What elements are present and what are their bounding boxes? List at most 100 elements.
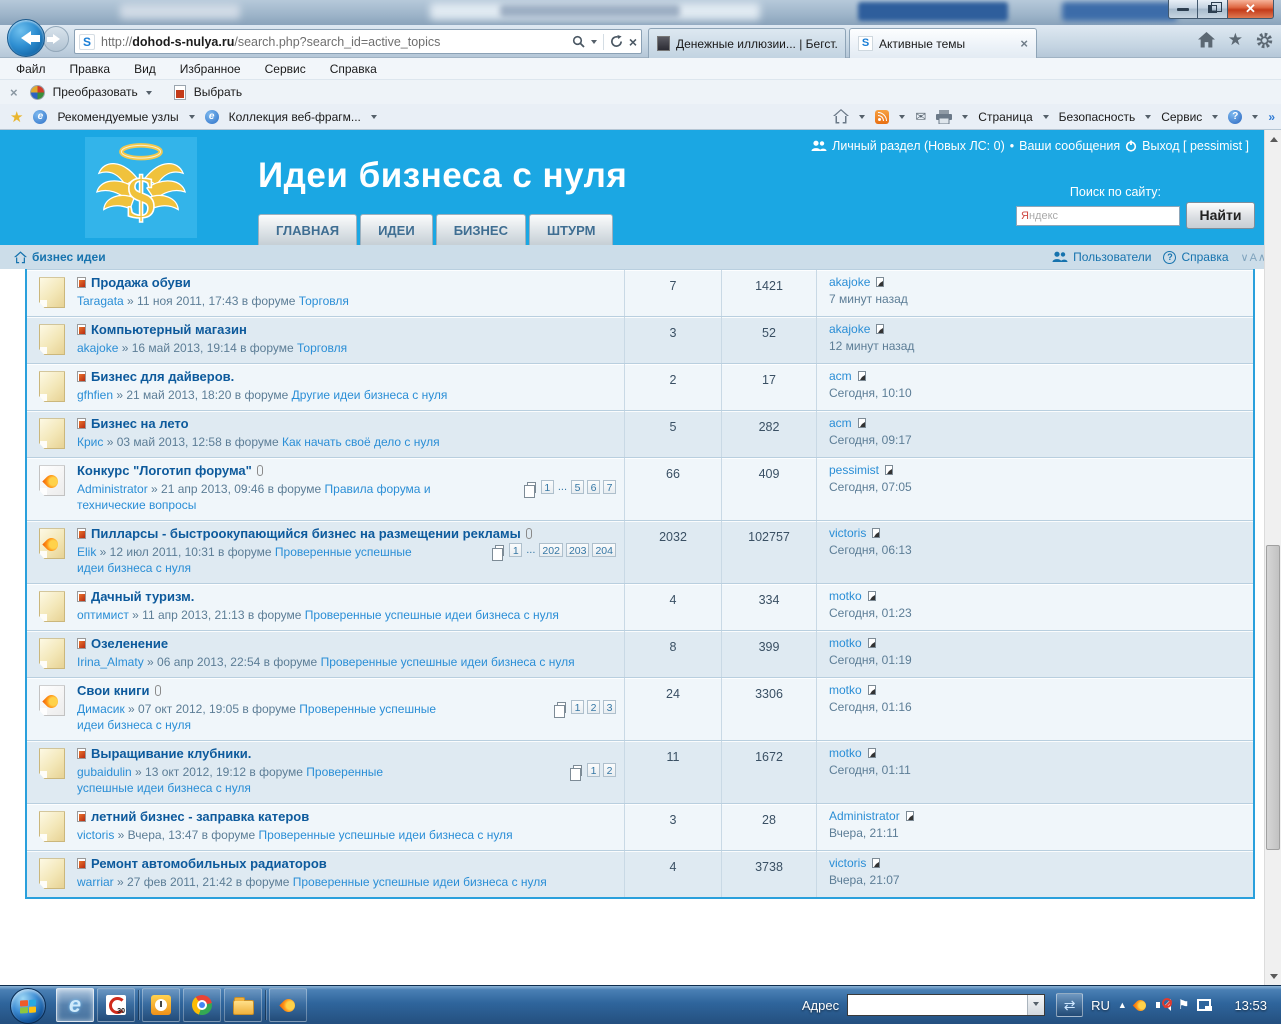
members-link[interactable]: Пользователи [1073,250,1151,264]
tools-menu[interactable]: Сервис [1161,110,1202,124]
forum-link[interactable]: Торговля [299,294,349,308]
topic-page-link[interactable]: 6 [587,480,600,494]
refresh-icon[interactable] [610,35,623,48]
forum-link[interactable]: Другие идеи бизнеса с нуля [292,388,448,402]
menu-edit[interactable]: Правка [70,62,111,76]
dropdown-icon[interactable] [189,115,195,122]
topic-page-link[interactable]: 3 [603,700,616,714]
new-posts-icon[interactable] [77,811,86,822]
back-button[interactable] [7,19,45,57]
author-link[interactable]: Taragata [77,294,124,308]
menu-favorites[interactable]: Избранное [180,62,241,76]
author-link[interactable]: gfhfien [77,388,113,402]
topic-page-link[interactable]: 202 [539,543,563,557]
close-toolbar-icon[interactable]: × [10,85,18,100]
goto-last-post-icon[interactable] [858,371,866,381]
convert-button[interactable]: Преобразовать [53,85,138,99]
favorite-suggested-sites[interactable]: Рекомендуемые узлы [57,110,178,124]
safety-dropdown-icon[interactable] [1145,115,1151,122]
topic-page-link[interactable]: 1 [587,763,600,777]
address-toolbar-input[interactable] [848,995,1027,1015]
forum-link[interactable]: Проверенные успешные идеи бизнеса с нуля [305,608,559,622]
convert-dropdown-icon[interactable] [146,91,152,98]
nav-tab[interactable]: ГЛАВНАЯ [258,214,357,245]
goto-last-post-icon[interactable] [868,591,876,601]
topic-title-link[interactable]: летний бизнес - заправка катеров [91,809,309,824]
topic-page-link[interactable]: 1 [541,480,554,494]
new-posts-icon[interactable] [77,528,86,539]
language-indicator[interactable]: RU [1091,998,1110,1013]
new-posts-icon[interactable] [77,418,86,429]
new-posts-icon[interactable] [77,858,86,869]
last-post-author-link[interactable]: akajoke [829,322,870,336]
goto-last-post-icon[interactable] [868,748,876,758]
home-breadcrumb-icon[interactable] [14,251,27,264]
url-text[interactable]: http://dohod-s-nulya.ru/search.php?searc… [101,35,572,49]
last-post-author-link[interactable]: pessimist [829,463,879,477]
tab-close-icon[interactable]: × [1020,36,1028,51]
author-link[interactable]: Administrator [77,482,148,496]
scrollbar-thumb[interactable] [1266,545,1280,850]
goto-last-post-icon[interactable] [906,811,914,821]
last-post-author-link[interactable]: victoris [829,856,866,870]
goto-last-post-icon[interactable] [876,277,884,287]
topic-page-link[interactable]: 2 [603,763,616,777]
topic-page-link[interactable]: 1 [571,700,584,714]
new-posts-icon[interactable] [77,638,86,649]
goto-last-post-icon[interactable] [868,685,876,695]
topic-title-link[interactable]: Бизнес на лето [91,416,189,431]
volume-muted-icon[interactable] [1154,997,1170,1013]
author-link[interactable]: Irina_Almaty [77,655,144,669]
logout-link[interactable]: Выход [ pessimist ] [1142,139,1249,153]
topic-page-link[interactable]: 7 [603,480,616,494]
goto-last-post-icon[interactable] [872,858,880,868]
nav-tab[interactable]: ИДЕИ [360,214,433,245]
menu-view[interactable]: Вид [134,62,156,76]
forum-link[interactable]: Как начать своё дело с нуля [282,435,440,449]
help-icon[interactable]: ? [1228,110,1242,124]
last-post-author-link[interactable]: Administrator [829,809,900,823]
author-link[interactable]: gubaidulin [77,765,132,779]
topic-title-link[interactable]: Продажа обуви [91,275,191,290]
site-logo[interactable]: $ [85,137,197,238]
author-link[interactable]: оптимист [77,608,129,622]
browser-tab[interactable]: Денежные иллюзии... | Бегст... [648,28,846,58]
last-post-author-link[interactable]: acm [829,416,852,430]
gear-icon[interactable] [1256,32,1273,49]
author-link[interactable]: Димасик [77,702,125,716]
taskbar-flame-app-button[interactable] [269,988,307,1022]
goto-last-post-icon[interactable] [868,638,876,648]
goto-last-post-icon[interactable] [885,465,893,475]
personal-section-link[interactable]: Личный раздел (Новых ЛС: 0) [832,139,1005,153]
print-dropdown-icon[interactable] [962,115,968,122]
goto-last-post-icon[interactable] [876,324,884,334]
address-go-button[interactable]: ⇄ [1056,993,1083,1017]
safety-menu[interactable]: Безопасность [1059,110,1136,124]
search-dropdown-icon[interactable] [591,40,597,47]
last-post-author-link[interactable]: motko [829,636,862,650]
action-center-flag-icon[interactable]: ⚑ [1178,997,1190,1013]
scroll-down-button[interactable] [1265,968,1281,985]
topic-title-link[interactable]: Дачный туризм. [91,589,194,604]
home-dropdown-icon[interactable] [859,115,865,122]
home-button-icon[interactable] [833,109,849,124]
author-link[interactable]: victoris [77,828,114,842]
stop-icon[interactable]: × [629,34,637,50]
new-posts-icon[interactable] [77,277,86,288]
topic-page-link[interactable]: 204 [592,543,616,557]
topic-title-link[interactable]: Выращивание клубники. [91,746,251,761]
help-dropdown-icon[interactable] [1252,115,1258,122]
site-search-button[interactable]: Найти [1186,202,1255,229]
site-search-input[interactable] [1017,207,1179,225]
last-post-author-link[interactable]: motko [829,683,862,697]
author-link[interactable]: warriar [77,875,114,889]
goto-last-post-icon[interactable] [872,528,880,538]
author-link[interactable]: Elik [77,545,96,559]
nav-tab[interactable]: БИЗНЕС [436,214,526,245]
last-post-author-link[interactable]: acm [829,369,852,383]
menu-file[interactable]: Файл [16,62,46,76]
taskbar-ie-button[interactable]: e [56,988,94,1022]
read-mail-icon[interactable]: ✉ [915,109,926,125]
topic-title-link[interactable]: Пилларсы - быстроокупающийся бизнес на р… [91,526,521,541]
author-link[interactable]: akajoke [77,341,118,355]
